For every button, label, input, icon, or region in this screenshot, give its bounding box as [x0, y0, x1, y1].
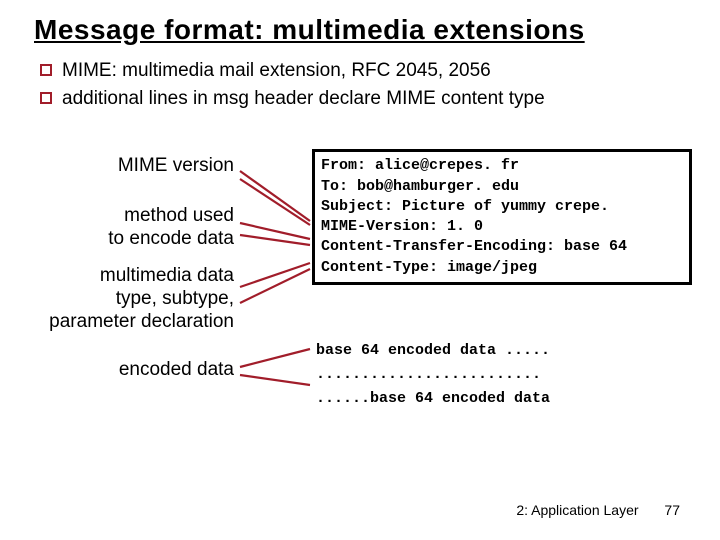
footer-page-number: 77 [664, 502, 680, 518]
slide: Message format: multimedia extensions MI… [0, 0, 720, 540]
bullet-item: MIME: multimedia mail extension, RFC 204… [40, 58, 686, 84]
label-line: parameter declaration [49, 311, 234, 332]
footer: 2: Application Layer 77 [516, 502, 680, 518]
code-line: From: alice@crepes. fr [321, 156, 683, 176]
bullet-list: MIME: multimedia mail extension, RFC 204… [40, 58, 686, 111]
bullet-text: MIME: multimedia mail extension, RFC 204… [62, 58, 686, 84]
code-line: To: bob@hamburger. edu [321, 177, 683, 197]
encoded-line: ......................... [316, 363, 550, 387]
encoded-line: base 64 encoded data ..... [316, 339, 550, 363]
bullet-item: additional lines in msg header declare M… [40, 86, 686, 112]
bullet-text: additional lines in msg header declare M… [62, 86, 686, 112]
code-line: MIME-Version: 1. 0 [321, 217, 683, 237]
label-line: type, subtype, [116, 288, 234, 309]
label-line: method used [124, 205, 234, 226]
label-line: to encode data [108, 228, 234, 249]
label-line: multimedia data [100, 265, 234, 286]
encoded-data-block: base 64 encoded data ..... .............… [316, 339, 550, 411]
encoded-line: ......base 64 encoded data [316, 387, 550, 411]
email-header-box: From: alice@crepes. fr To: bob@hamburger… [312, 149, 692, 285]
code-line: Subject: Picture of yummy crepe. [321, 197, 683, 217]
label-mime-version: MIME version [44, 155, 234, 178]
code-line: Content-Type: image/jpeg [321, 258, 683, 278]
label-encode-method: method used to encode data [44, 205, 234, 251]
slide-title: Message format: multimedia extensions [34, 14, 686, 46]
label-encoded-data: encoded data [44, 359, 234, 382]
bullet-marker-icon [40, 64, 52, 76]
bullet-marker-icon [40, 92, 52, 104]
diagram: MIME version method used to encode data … [34, 149, 686, 429]
label-content-type: multimedia data type, subtype, parameter… [24, 265, 234, 333]
code-line: Content-Transfer-Encoding: base 64 [321, 237, 683, 257]
footer-chapter: 2: Application Layer [516, 502, 638, 518]
